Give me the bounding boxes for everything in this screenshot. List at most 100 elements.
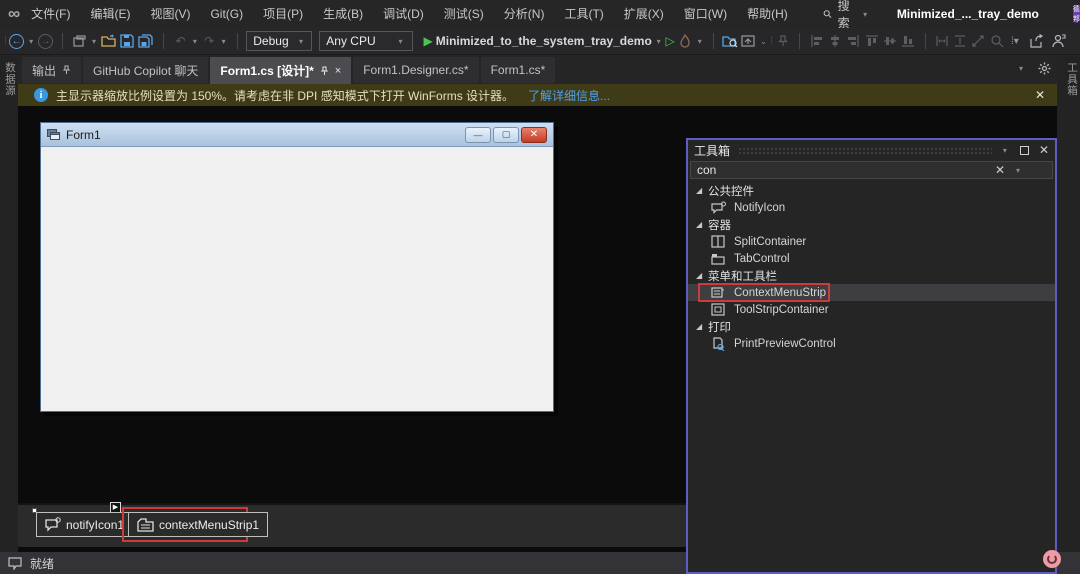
align-tops-icon[interactable] (864, 31, 879, 51)
save-all-icon[interactable] (138, 31, 154, 51)
search-clear-icon[interactable]: ✕ (995, 163, 1005, 177)
toolbar-options-caret[interactable]: ⌄ (760, 37, 768, 46)
menu-file[interactable]: 文件(F) (22, 3, 79, 25)
navigate-back-dropdown[interactable]: ▾ (27, 37, 35, 46)
toolbox-group-containers[interactable]: ◢ 容器 (688, 216, 1055, 233)
save-icon[interactable] (120, 31, 135, 51)
menu-test[interactable]: 测试(S) (435, 3, 493, 25)
menu-help[interactable]: 帮助(H) (738, 3, 797, 25)
menu-tools[interactable]: 工具(T) (555, 3, 612, 25)
toolbox-search-input[interactable] (697, 163, 987, 177)
new-project-icon[interactable] (72, 31, 87, 51)
align-bottoms-icon[interactable] (900, 31, 915, 51)
menu-project[interactable]: 项目(P) (254, 3, 312, 25)
navigate-back-icon[interactable]: ← (9, 31, 25, 51)
form-minimize-button[interactable]: — (465, 126, 491, 143)
feedback-icon[interactable] (1051, 31, 1066, 51)
gear-icon[interactable] (1038, 62, 1051, 75)
toolbox-item-tabcontrol[interactable]: TabControl (688, 250, 1055, 267)
open-file-icon[interactable] (101, 31, 117, 51)
toolbox-item-printpreviewcontrol[interactable]: PrintPreviewControl (688, 335, 1055, 352)
share-icon[interactable] (1029, 31, 1044, 51)
redo-dropdown[interactable]: ▾ (220, 37, 228, 46)
tab-form1-cs[interactable]: Form1.cs* (480, 57, 556, 83)
form1-design-window[interactable]: Form1 — ▢ ✕ (40, 122, 554, 412)
panel-dock-icon[interactable] (1019, 145, 1029, 155)
undo-icon[interactable]: ↶ (173, 31, 188, 51)
background-tasks-icon[interactable] (8, 556, 22, 570)
learn-more-link[interactable]: 了解详细信息... (528, 87, 610, 104)
group-label: 容器 (708, 219, 731, 232)
left-autohide-tab[interactable]: 数据源 (0, 62, 18, 97)
menu-view[interactable]: 视图(V) (141, 3, 199, 25)
toolbox-header[interactable]: 工具箱 ▾ ✕ (688, 140, 1055, 160)
run-target-dropdown[interactable]: ▾ (655, 37, 663, 46)
align-rights-icon[interactable] (846, 31, 861, 51)
find-in-files-icon[interactable] (722, 31, 738, 51)
redo-icon[interactable]: ↷ (202, 31, 217, 51)
search-options-icon[interactable]: ▾ (1013, 166, 1023, 175)
new-project-dropdown[interactable]: ▾ (90, 37, 98, 46)
tab-output[interactable]: 输出 (22, 57, 82, 83)
toolbox-item-notifyicon[interactable]: NotifyIcon (688, 199, 1055, 216)
align-middles-icon[interactable] (882, 31, 897, 51)
menu-git[interactable]: Git(G) (201, 3, 252, 25)
toolbox-search-box[interactable]: ✕ ▾ (690, 161, 1053, 179)
tab-form1-designer-cs[interactable]: Form1.Designer.cs* (353, 57, 479, 83)
form-client-area[interactable] (41, 147, 553, 411)
menu-extensions[interactable]: 扩展(X) (615, 3, 673, 25)
align-lefts-icon[interactable] (809, 31, 824, 51)
infobar-close-icon[interactable]: ✕ (1035, 88, 1045, 102)
toolbar-drag-handle[interactable]: ⁞ (4, 35, 7, 47)
menu-build[interactable]: 生成(B) (314, 3, 372, 25)
panel-options-icon[interactable]: ▾ (1000, 146, 1010, 155)
align-centers-icon[interactable] (827, 31, 842, 51)
sync-active-document-icon[interactable] (741, 31, 756, 51)
toolbox-item-splitcontainer[interactable]: SplitContainer (688, 233, 1055, 250)
toolbox-group-printing[interactable]: ◢ 打印 (688, 318, 1055, 335)
toolbox-autohide-tab[interactable]: 工具箱 (1057, 62, 1080, 97)
toolbar-drag-handle[interactable]: ⁞ (770, 35, 773, 47)
pin-icon[interactable] (62, 65, 71, 75)
make-same-height-icon[interactable] (953, 31, 968, 51)
start-without-debugging-icon[interactable]: ▷ (665, 34, 674, 48)
toolbox-item-contextmenustrip[interactable]: ContextMenuStrip (688, 283, 1055, 302)
menu-debug[interactable]: 调试(D) (374, 3, 433, 25)
toolbar-overflow-icon[interactable]: ⁞▾ (1007, 31, 1022, 51)
menu-edit[interactable]: 编辑(E) (81, 3, 139, 25)
menu-analyze[interactable]: 分析(N) (495, 3, 554, 25)
component-contextmenustrip1[interactable]: contextMenuStrip1 (128, 512, 269, 537)
undo-dropdown[interactable]: ▾ (191, 37, 199, 46)
pin-icon[interactable] (320, 66, 329, 76)
status-text: 就绪 (30, 556, 55, 571)
zoom-icon[interactable] (989, 31, 1004, 51)
tab-copilot-chat[interactable]: GitHub Copilot 聊天 (83, 57, 209, 83)
quick-search[interactable]: 搜索 ▾ (813, 0, 879, 31)
solution-platform-combo[interactable]: Any CPU ▾ (319, 31, 413, 51)
close-tab-icon[interactable]: × (335, 65, 341, 77)
dpi-info-bar: i 主显示器缩放比例设置为 150%。请考虑在非 DPI 感知模式下打开 Win… (18, 84, 1057, 106)
toolbox-group-menus-toolbars[interactable]: ◢ 菜单和工具栏 (688, 267, 1055, 284)
solution-configuration-combo[interactable]: Debug ▾ (246, 31, 313, 51)
account-avatar[interactable]: 德邦 (1072, 5, 1080, 23)
component-notifyicon1[interactable]: notifyIcon1 (36, 512, 134, 537)
toolbox-group-common-controls[interactable]: ◢ 公共控件 (688, 182, 1055, 199)
tab-form1-designer-active[interactable]: Form1.cs [设计]* × (210, 57, 352, 84)
tab-list-dropdown-icon[interactable]: ▾ (1016, 64, 1026, 73)
hot-reload-dropdown[interactable]: ▾ (696, 37, 704, 46)
form1-titlebar[interactable]: Form1 — ▢ ✕ (41, 123, 553, 147)
make-same-width-icon[interactable] (934, 31, 949, 51)
form-close-button[interactable]: ✕ (521, 126, 547, 143)
toolbox-item-toolstripcontainer[interactable]: ToolStripContainer (688, 301, 1055, 318)
navigate-forward-icon[interactable]: → (38, 31, 54, 51)
run-target-label[interactable]: Minimized_to_the_system_tray_demo (436, 34, 652, 48)
copilot-badge-icon[interactable] (1043, 550, 1061, 568)
form-maximize-button[interactable]: ▢ (493, 126, 519, 143)
make-same-size-icon[interactable] (971, 31, 986, 51)
menu-window[interactable]: 窗口(W) (675, 3, 736, 25)
item-label: SplitContainer (734, 235, 807, 248)
hot-reload-icon[interactable] (678, 31, 693, 51)
pin-icon[interactable] (775, 31, 790, 51)
panel-close-icon[interactable]: ✕ (1039, 143, 1049, 157)
start-debugging-icon[interactable]: ▶ (424, 34, 433, 48)
